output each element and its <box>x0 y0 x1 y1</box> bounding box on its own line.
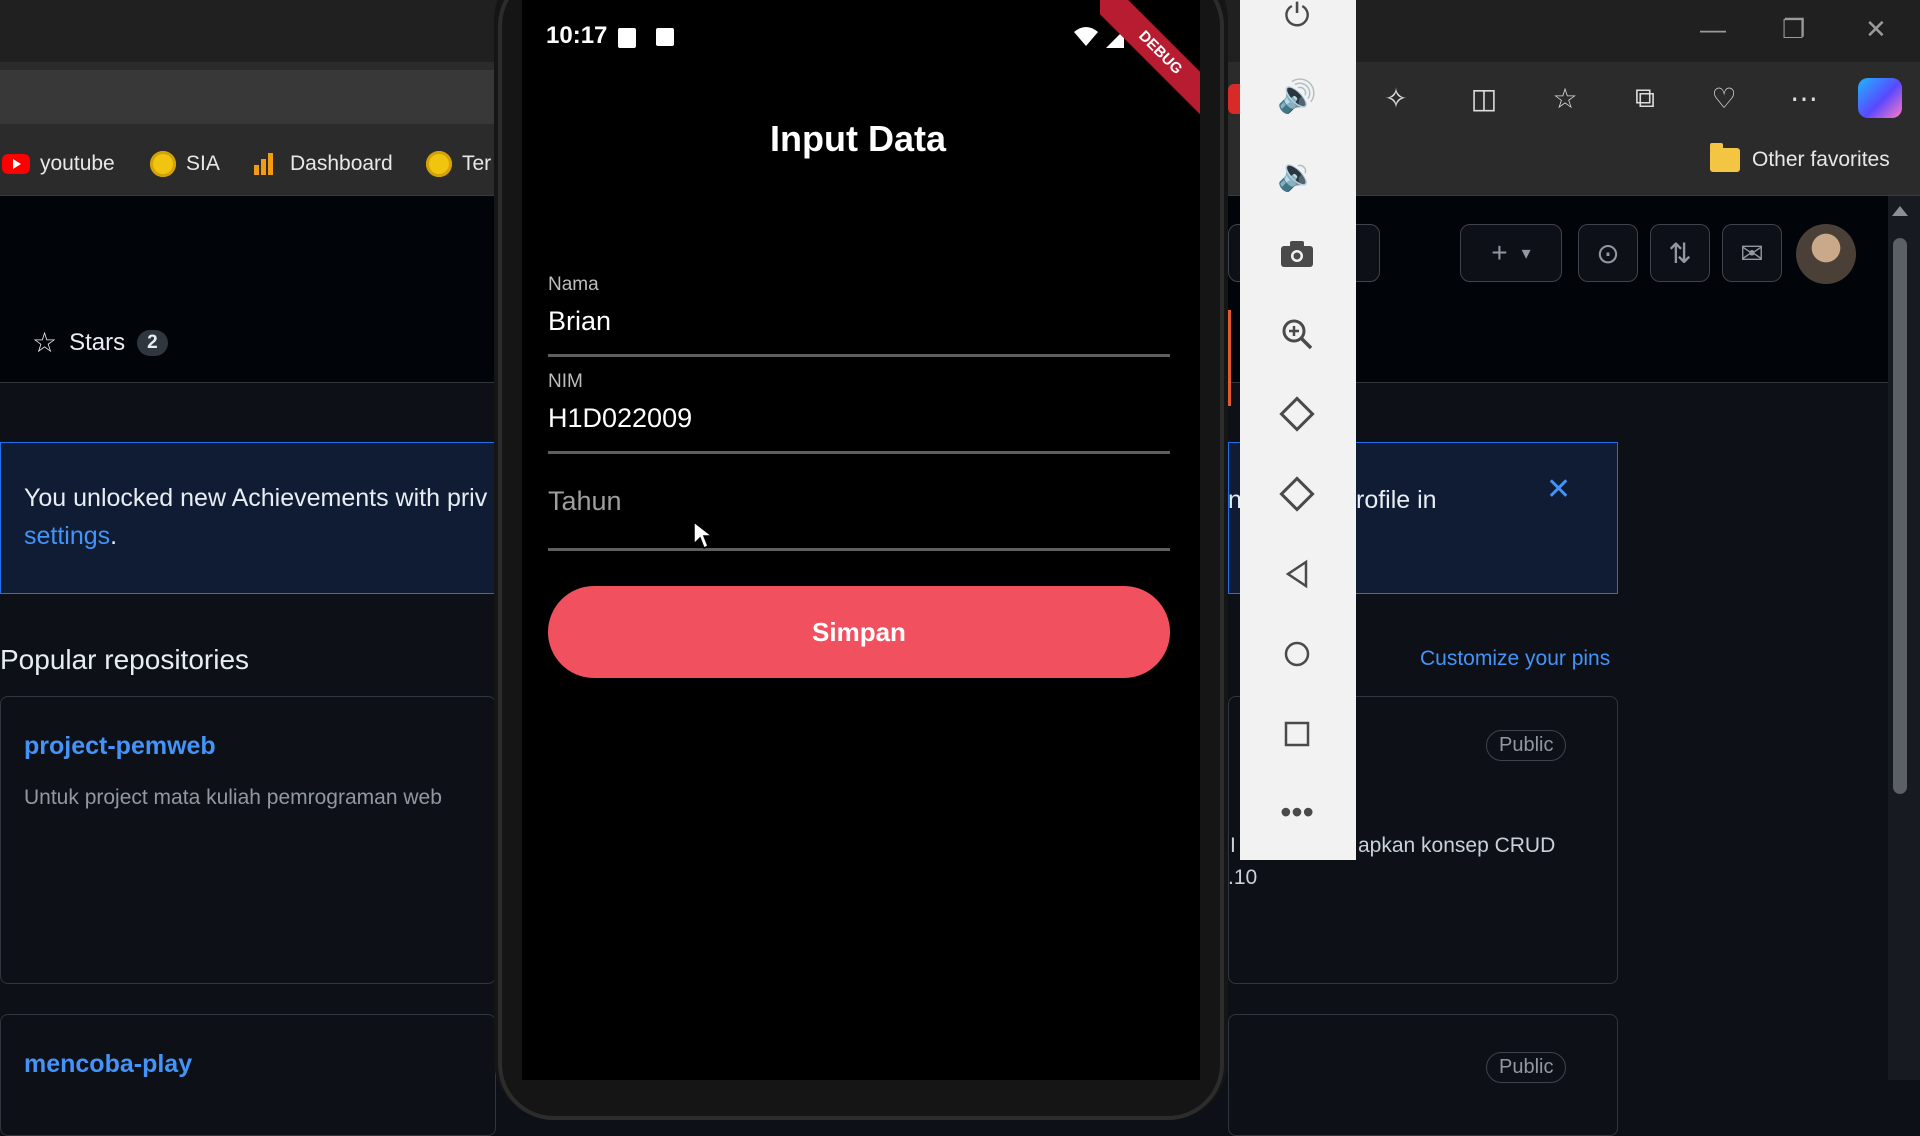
debug-banner: DEBUG <box>1100 0 1200 120</box>
popular-repositories-title: Popular repositories <box>0 644 250 675</box>
power-icon[interactable]: ⏻ <box>1262 0 1332 46</box>
banner-text: You unlocked new Achievements with priv <box>24 484 488 512</box>
copilot-icon[interactable] <box>1858 78 1902 118</box>
visibility-badge: Public <box>1486 730 1567 761</box>
restore-icon[interactable]: ❐ <box>1782 14 1805 45</box>
volume-up-icon[interactable]: 🔊 <box>1262 66 1332 126</box>
zoom-in-icon[interactable] <box>1262 304 1332 364</box>
issues-icon: ⊙ <box>1596 237 1620 269</box>
rotate-right-icon[interactable] <box>1262 464 1332 524</box>
stars-tab[interactable]: ☆ Stars 2 <box>32 326 168 359</box>
address-bar[interactable] <box>0 70 494 124</box>
dashboard-icon <box>254 153 280 175</box>
app-title: Input Data <box>770 118 946 159</box>
bookmark-youtube[interactable]: youtube <box>2 150 115 178</box>
nama-label: Nama <box>548 274 599 295</box>
nama-underline <box>548 354 1170 357</box>
overview-icon[interactable] <box>1262 704 1332 764</box>
ter-logo-icon <box>426 151 452 177</box>
nim-label: NIM <box>548 371 583 392</box>
camera-icon[interactable] <box>1262 224 1332 284</box>
visibility-badge: Public <box>1486 1052 1567 1083</box>
tahun-input[interactable]: Tahun <box>548 486 622 517</box>
plus-icon: + <box>1491 237 1508 268</box>
edge-fragment <box>1228 84 1240 114</box>
other-favorites[interactable]: Other favorites <box>1710 143 1890 172</box>
extensions-icon[interactable]: ✧ <box>1376 78 1416 118</box>
repo-right-version: .10 <box>1228 866 1258 889</box>
nim-input[interactable]: H1D022009 <box>548 403 692 434</box>
status-time: 10:17 <box>546 22 608 49</box>
avatar[interactable] <box>1796 224 1856 284</box>
more-icon[interactable]: ••• <box>1262 782 1332 842</box>
settings-link[interactable]: settings <box>24 522 110 550</box>
folder-icon <box>1710 143 1740 172</box>
nama-input[interactable]: Brian <box>548 306 611 337</box>
create-new-button[interactable]: + ▾ <box>1460 224 1562 282</box>
bookmark-sia[interactable]: SIA <box>150 150 220 178</box>
phone-screen <box>522 0 1200 1080</box>
scroll-thumb[interactable] <box>1893 238 1907 794</box>
stars-counter: 2 <box>137 329 168 356</box>
repo-right-i: I <box>1230 834 1236 857</box>
settings-more-icon[interactable]: ⋯ <box>1784 78 1824 118</box>
rotate-left-icon[interactable] <box>1262 384 1332 444</box>
youtube-icon <box>2 154 30 174</box>
close-window-icon[interactable]: ✕ <box>1865 14 1887 45</box>
sd-card-icon <box>618 28 636 48</box>
tahun-underline <box>548 548 1170 551</box>
close-banner-icon[interactable]: ✕ <box>1546 472 1571 507</box>
achievements-banner-left <box>0 442 496 594</box>
chevron-down-icon: ▾ <box>1521 242 1531 263</box>
keyboard-icon <box>656 28 674 46</box>
simpan-button[interactable]: Simpan <box>548 586 1170 678</box>
wifi-icon <box>1074 27 1098 46</box>
inbox-button[interactable]: ✉ <box>1722 224 1782 282</box>
star-icon: ☆ <box>32 327 58 358</box>
bookmark-dashboard[interactable]: Dashboard <box>254 150 393 178</box>
pull-request-icon: ⇅ <box>1668 237 1692 269</box>
pull-requests-button[interactable]: ⇅ <box>1650 224 1710 282</box>
minimize-icon[interactable]: — <box>1700 14 1726 45</box>
banner-line2: settings. <box>24 522 118 550</box>
sia-logo-icon <box>150 151 176 177</box>
banner-right-fragment-b: rofile in <box>1356 486 1437 514</box>
mouse-cursor-icon <box>693 520 714 550</box>
favorites-icon[interactable]: ☆ <box>1545 78 1585 118</box>
repo-description: Untuk project mata kuliah pemrograman we… <box>24 786 442 809</box>
repo-right-description: apkan konsep CRUD <box>1358 834 1556 857</box>
back-icon[interactable] <box>1262 544 1332 604</box>
home-icon[interactable] <box>1262 624 1332 684</box>
collections-icon[interactable]: ⧉ <box>1625 78 1665 118</box>
repo-link[interactable]: project-pemweb <box>24 732 216 761</box>
split-screen-icon[interactable]: ◫ <box>1464 78 1504 118</box>
nim-underline <box>548 451 1170 454</box>
scroll-up-arrow-icon[interactable] <box>1892 206 1908 216</box>
repo-link[interactable]: mencoba-play <box>24 1050 192 1079</box>
volume-down-icon[interactable]: 🔉 <box>1262 144 1332 204</box>
bookmark-ter[interactable]: Ter <box>426 150 491 178</box>
customize-pins-link[interactable]: Customize your pins <box>1420 647 1610 671</box>
issues-button[interactable]: ⊙ <box>1578 224 1638 282</box>
browser-essentials-icon[interactable]: ♡ <box>1704 78 1744 118</box>
inbox-icon: ✉ <box>1740 237 1764 269</box>
